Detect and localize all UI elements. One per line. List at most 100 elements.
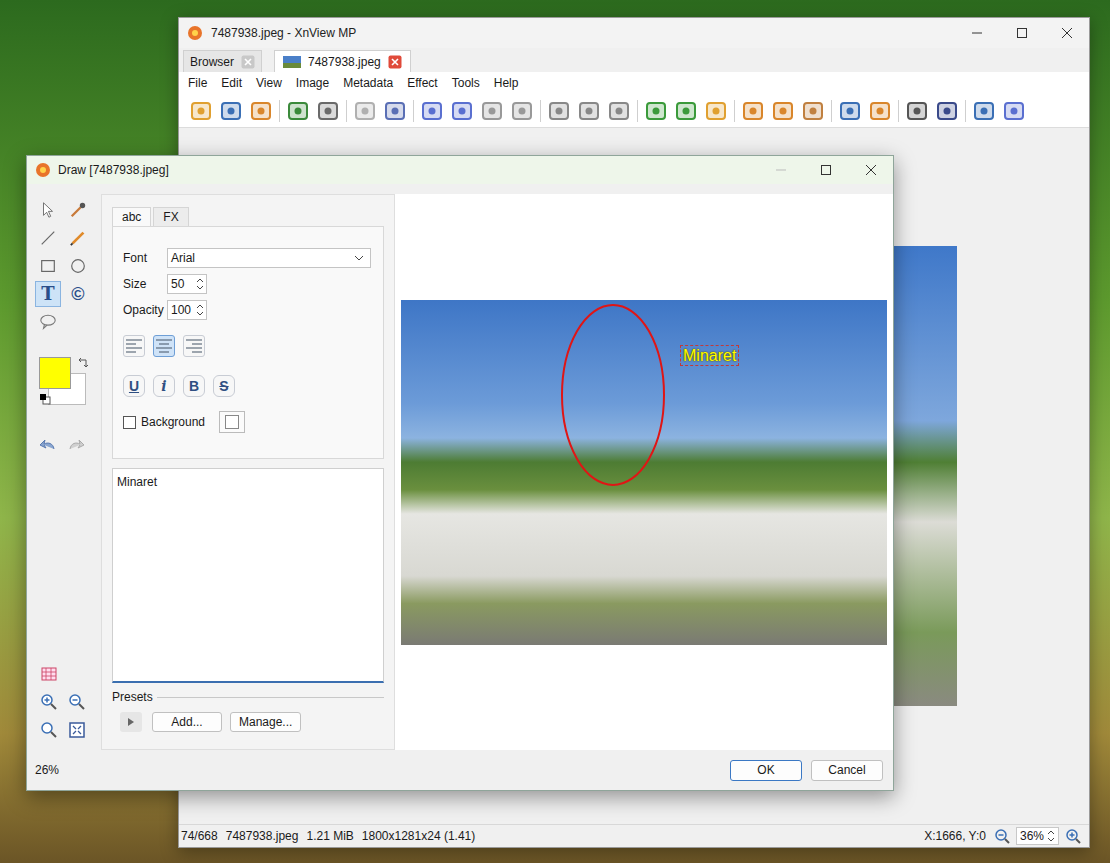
rectangle-icon (39, 257, 57, 275)
spinner-icon[interactable] (196, 277, 204, 291)
tool-button[interactable] (35, 225, 61, 251)
toolbar-button-icon[interactable] (935, 99, 959, 123)
toolbar-button-icon[interactable] (771, 99, 795, 123)
style-button[interactable]: U (123, 375, 145, 397)
close-button[interactable] (1044, 18, 1089, 48)
menu-item[interactable]: Help (487, 76, 526, 90)
align-button[interactable] (183, 335, 205, 357)
status-coords: X:1666, Y:0 (924, 829, 986, 843)
spinner-icon[interactable] (1047, 829, 1055, 843)
tool-button[interactable] (65, 225, 91, 251)
preset-button[interactable]: Add... (152, 712, 222, 732)
apply-preset-button[interactable] (120, 712, 142, 732)
menu-item[interactable]: Effect (400, 76, 444, 90)
toolbar-button-icon[interactable] (644, 99, 668, 123)
minimize-button[interactable] (954, 18, 999, 48)
toolbar-button-icon[interactable] (353, 99, 377, 123)
menu-item[interactable]: Tools (445, 76, 487, 90)
background-color-button[interactable] (219, 411, 245, 433)
grid-icon[interactable] (41, 666, 57, 682)
close-button[interactable] (848, 156, 893, 184)
panel-tab[interactable]: abc (112, 207, 151, 226)
zoom-field[interactable]: 36% (1016, 827, 1059, 845)
toolbar-button-icon[interactable] (420, 99, 444, 123)
toolbar-button-icon[interactable] (480, 99, 504, 123)
toolbar-button-icon[interactable] (741, 99, 765, 123)
tab[interactable]: 7487938.jpeg (274, 50, 411, 72)
toolbar-button-icon[interactable] (868, 99, 892, 123)
tool-button[interactable]: T (35, 281, 61, 307)
style-label: S (219, 378, 228, 394)
menu-item[interactable]: File (181, 76, 214, 90)
style-button[interactable]: B (183, 375, 205, 397)
toolbar-button-icon[interactable] (577, 99, 601, 123)
tool-button[interactable] (65, 197, 91, 223)
toolbar-button-icon[interactable] (801, 99, 825, 123)
style-label: i (161, 378, 166, 394)
maximize-button[interactable] (803, 156, 848, 184)
tool-button[interactable] (65, 253, 91, 279)
style-button[interactable]: S (213, 375, 235, 397)
toolbar-button-icon[interactable] (450, 99, 474, 123)
font-select[interactable]: Arial (167, 248, 371, 268)
toolbar-button-icon[interactable] (547, 99, 571, 123)
maximize-button[interactable] (999, 18, 1044, 48)
tab-label: Browser (190, 55, 234, 69)
toolbar-button-icon[interactable] (286, 99, 310, 123)
text-annotation[interactable]: Minaret (680, 345, 739, 366)
zoom-in-icon[interactable] (1065, 828, 1081, 844)
size-spinbox[interactable]: 50 (167, 274, 207, 294)
toolbar-button-icon[interactable] (383, 99, 407, 123)
toolbar-button-icon[interactable] (972, 99, 996, 123)
preset-button[interactable]: Manage... (230, 712, 301, 732)
opacity-spinbox[interactable]: 100 (167, 300, 207, 320)
swap-colors-icon[interactable] (77, 357, 89, 369)
size-value: 50 (171, 277, 184, 291)
toolbar-button-icon[interactable] (674, 99, 698, 123)
tab-close-icon[interactable] (241, 55, 255, 69)
toolbar-button-icon[interactable] (704, 99, 728, 123)
style-button[interactable]: i (153, 375, 175, 397)
tool-button[interactable] (35, 197, 61, 223)
toolbar-button-icon[interactable] (905, 99, 929, 123)
tool-button[interactable]: © (65, 281, 91, 307)
toolbar-button-icon[interactable] (510, 99, 534, 123)
zoom-out-icon[interactable] (994, 828, 1010, 844)
tool-grid: T© (35, 197, 101, 337)
toolbar-button-icon[interactable] (249, 99, 273, 123)
background-checkbox[interactable] (123, 416, 136, 429)
background-row: Background (123, 411, 371, 433)
menu-item[interactable]: Edit (214, 76, 249, 90)
tool-button[interactable] (35, 309, 61, 335)
toolbar-button-icon[interactable] (1002, 99, 1026, 123)
fit-to-window-icon[interactable] (68, 721, 86, 739)
drawing-canvas[interactable]: Minaret (395, 194, 893, 750)
panel-tab[interactable]: FX (153, 207, 188, 226)
tool-column: T© (35, 194, 101, 750)
align-button[interactable] (123, 335, 145, 357)
foreground-color[interactable] (39, 357, 71, 389)
toolbar-button-icon[interactable] (316, 99, 340, 123)
toolbar-button-icon[interactable] (219, 99, 243, 123)
align-button[interactable] (153, 335, 175, 357)
zoom-out-icon[interactable] (68, 693, 86, 711)
text-input[interactable]: Minaret (112, 468, 384, 683)
menu-item[interactable]: Metadata (336, 76, 400, 90)
spinner-icon[interactable] (196, 303, 204, 317)
dialog-button[interactable]: OK (730, 760, 802, 781)
maximize-icon (821, 165, 831, 175)
default-colors-icon[interactable] (39, 393, 51, 405)
undo-icon[interactable] (39, 437, 57, 453)
zoom-in-icon[interactable] (40, 693, 58, 711)
ellipse-annotation[interactable] (401, 300, 887, 645)
tab-close-icon[interactable] (388, 55, 402, 69)
dialog-button[interactable]: Cancel (811, 760, 883, 781)
tool-button[interactable] (35, 253, 61, 279)
tab[interactable]: Browser (183, 50, 262, 72)
menu-item[interactable]: Image (289, 76, 336, 90)
toolbar-button-icon[interactable] (607, 99, 631, 123)
zoom-actual-icon[interactable] (40, 721, 58, 739)
toolbar-button-icon[interactable] (189, 99, 213, 123)
menu-item[interactable]: View (249, 76, 289, 90)
toolbar-button-icon[interactable] (838, 99, 862, 123)
